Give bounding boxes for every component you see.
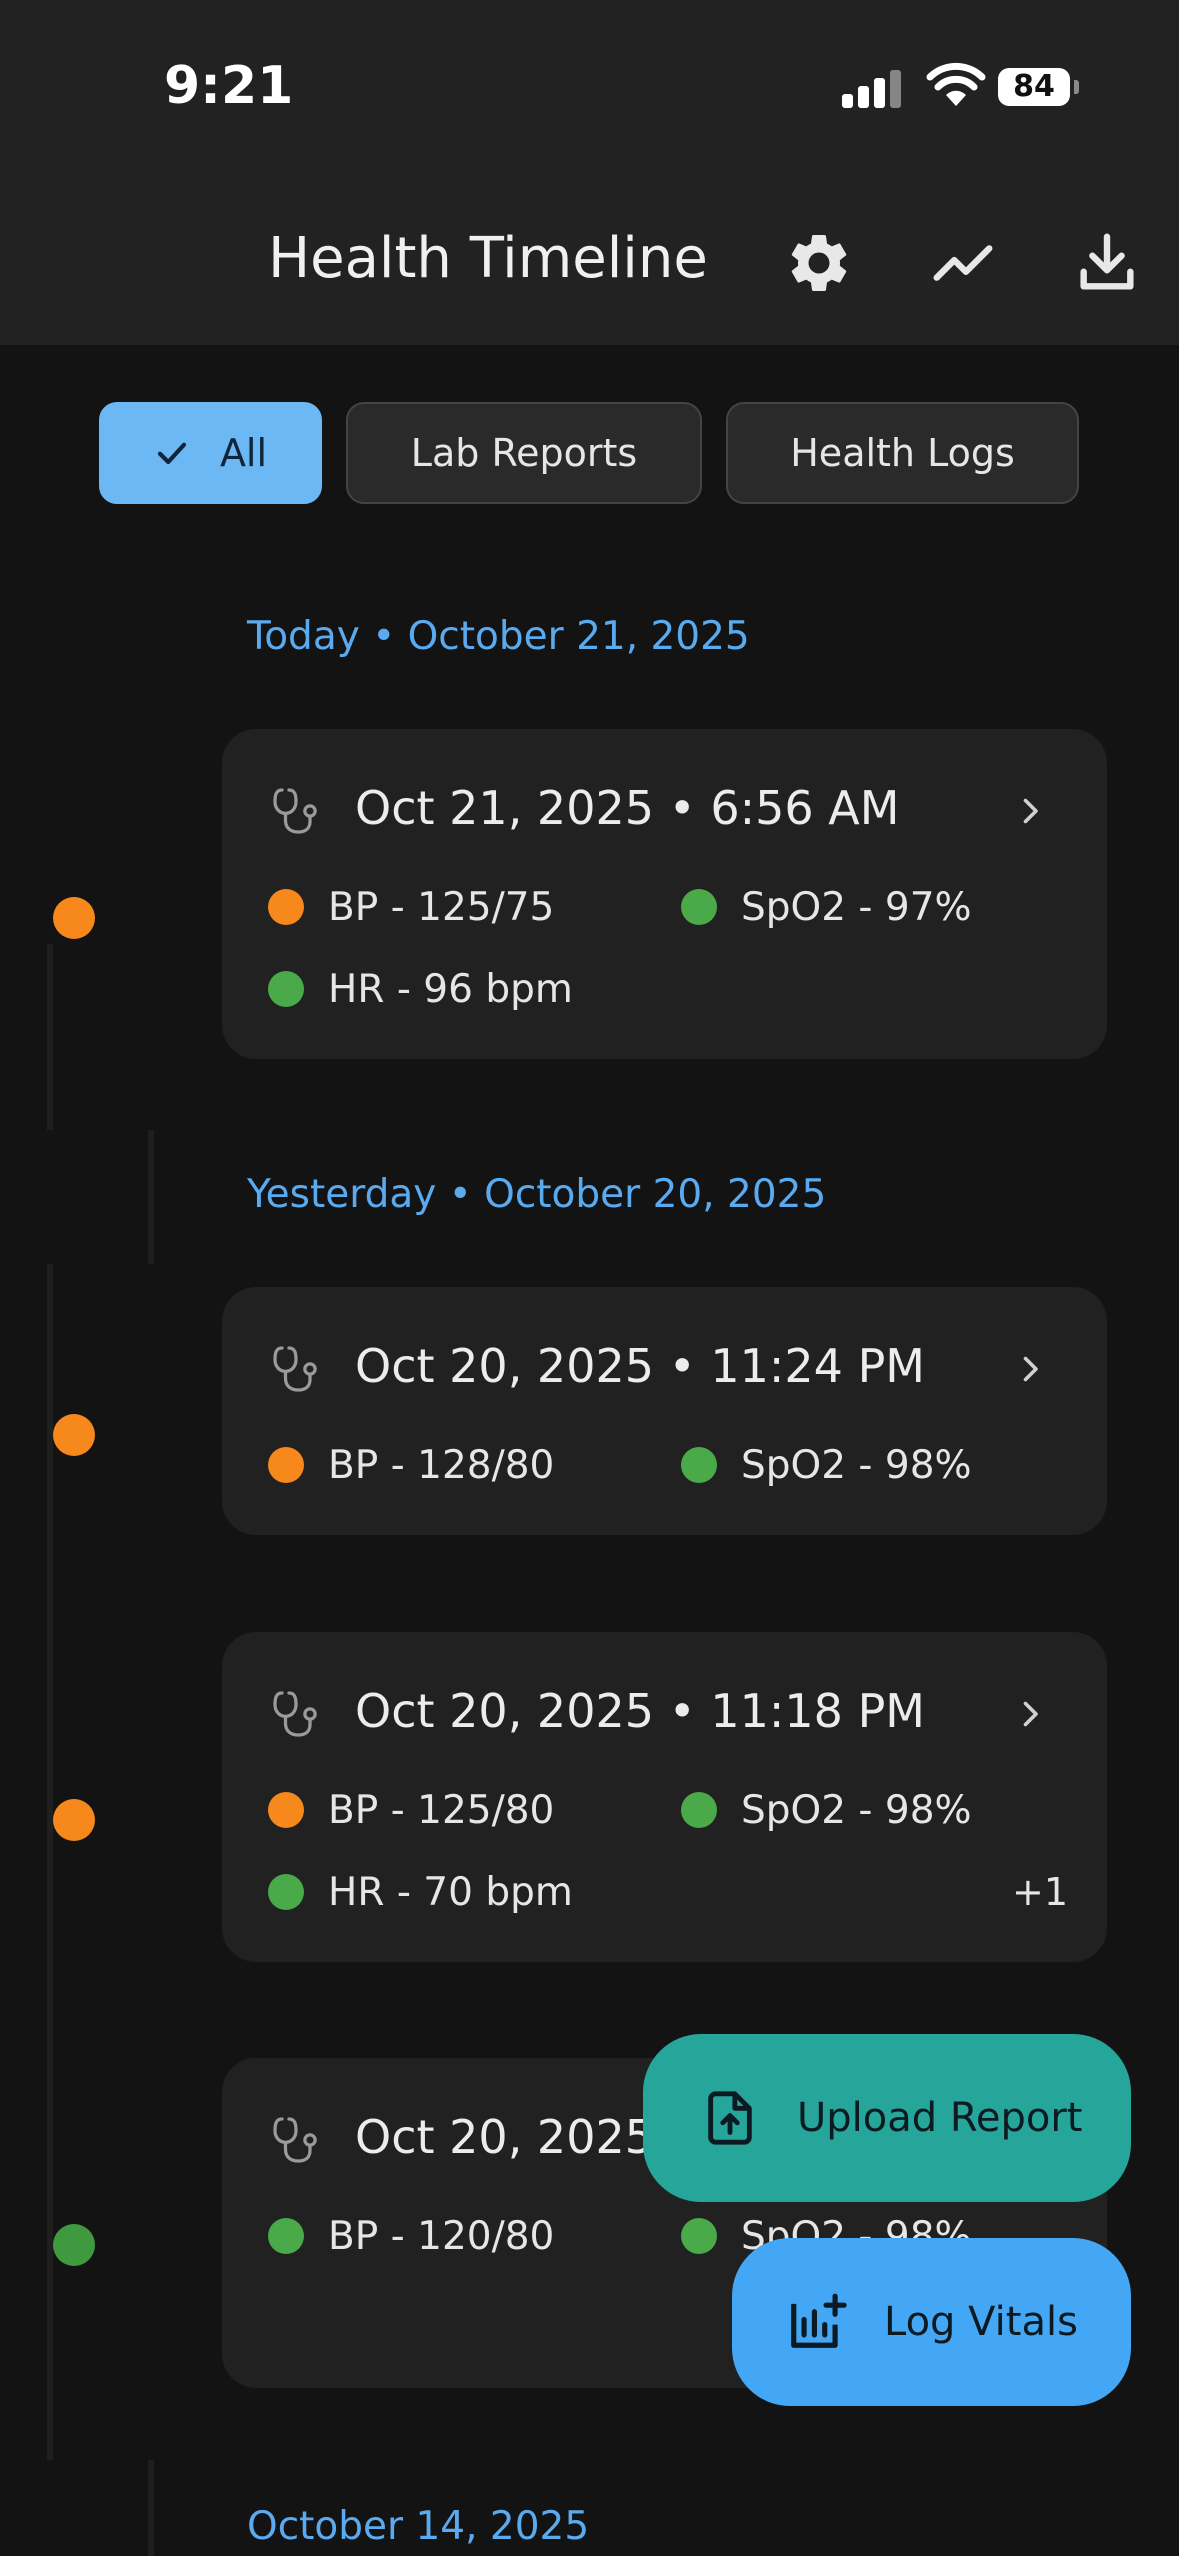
stethoscope-icon: [273, 1691, 317, 1737]
chevron-right-icon[interactable]: [1012, 791, 1048, 831]
stethoscope-icon: [273, 2117, 317, 2163]
trend-chart-icon[interactable]: [928, 228, 998, 298]
filter-chip-label: Health Logs: [790, 431, 1015, 475]
chevron-right-icon[interactable]: [1012, 1694, 1048, 1734]
vital-status-dot: [681, 1792, 717, 1828]
timeline-dot: [53, 1414, 95, 1456]
app-bar: 9:21 84 Health Timeline: [0, 0, 1179, 345]
vital-status-dot: [268, 1447, 304, 1483]
vital-status-dot: [268, 971, 304, 1007]
stethoscope-icon: [273, 1346, 317, 1392]
chevron-right-icon[interactable]: [1012, 1349, 1048, 1389]
stethoscope-icon: [273, 788, 317, 834]
vital-bp: BP - 125/75: [268, 884, 555, 930]
filter-chip-all[interactable]: All: [99, 402, 322, 504]
health-log-card[interactable]: Oct 20, 2025 • 11:24 PM BP - 128/80 SpO2…: [222, 1287, 1107, 1535]
vital-hr: HR - 96 bpm: [268, 966, 573, 1012]
filter-chip-lab-reports[interactable]: Lab Reports: [346, 402, 702, 504]
filter-chip-label: All: [219, 431, 268, 475]
timeline-dot: [53, 2224, 95, 2266]
vital-status-dot: [681, 1447, 717, 1483]
log-vitals-button[interactable]: Log Vitals: [732, 2238, 1131, 2406]
log-vitals-label: Log Vitals: [884, 2299, 1078, 2345]
entry-datetime: Oct 20, 2025: [355, 2110, 654, 2164]
download-icon[interactable]: [1072, 228, 1142, 298]
vital-hr: HR - 70 bpm: [268, 1869, 573, 1915]
entry-datetime: Oct 20, 2025 • 11:18 PM: [355, 1684, 925, 1738]
vital-label: SpO2 - 98%: [741, 1787, 972, 1833]
page-title: Health Timeline: [268, 226, 708, 291]
filter-chip-label: Lab Reports: [410, 431, 638, 475]
date-header-oct-14: October 14, 2025: [247, 2504, 590, 2549]
vital-label: BP - 120/80: [328, 2213, 555, 2259]
vital-status-dot: [681, 2218, 717, 2254]
health-log-card[interactable]: Oct 21, 2025 • 6:56 AM BP - 125/75 SpO2 …: [222, 729, 1107, 1059]
vital-label: HR - 70 bpm: [328, 1869, 573, 1915]
vital-spo2: SpO2 - 97%: [681, 884, 972, 930]
filter-chip-health-logs[interactable]: Health Logs: [726, 402, 1079, 504]
vital-bp: BP - 125/80: [268, 1787, 555, 1833]
date-header-yesterday: Yesterday • October 20, 2025: [247, 1172, 827, 1217]
vital-spo2: SpO2 - 98%: [681, 1787, 972, 1833]
status-time: 9:21: [164, 56, 294, 116]
vital-status-dot: [681, 889, 717, 925]
wifi-icon: [926, 62, 986, 106]
vital-spo2: SpO2 - 98%: [681, 1442, 972, 1488]
timeline-rail: [47, 944, 53, 1130]
gear-icon[interactable]: [784, 228, 854, 298]
entry-datetime: Oct 21, 2025 • 6:56 AM: [355, 781, 900, 835]
battery-indicator: 84: [998, 68, 1070, 106]
vital-status-dot: [268, 2218, 304, 2254]
add-chart-icon: [791, 2293, 847, 2348]
vital-label: HR - 96 bpm: [328, 966, 573, 1012]
upload-report-button[interactable]: Upload Report: [643, 2034, 1131, 2202]
vital-status-dot: [268, 1792, 304, 1828]
vital-label: BP - 125/75: [328, 884, 555, 930]
date-header-today: Today • October 21, 2025: [247, 614, 750, 659]
timeline-rail: [148, 1130, 154, 1264]
health-log-card[interactable]: Oct 20, 2025 • 11:18 PM BP - 125/80 SpO2…: [222, 1632, 1107, 1962]
vital-status-dot: [268, 889, 304, 925]
vital-label: SpO2 - 98%: [741, 1442, 972, 1488]
timeline-dot: [53, 897, 95, 939]
upload-file-icon: [708, 2091, 752, 2145]
entry-datetime: Oct 20, 2025 • 11:24 PM: [355, 1339, 925, 1393]
upload-report-label: Upload Report: [797, 2095, 1083, 2141]
timeline-rail: [148, 2460, 154, 2556]
vital-status-dot: [268, 1874, 304, 1910]
vital-label: BP - 125/80: [328, 1787, 555, 1833]
vital-label: BP - 128/80: [328, 1442, 555, 1488]
timeline-rail: [47, 1264, 53, 2460]
vital-label: SpO2 - 97%: [741, 884, 972, 930]
check-icon: [157, 442, 187, 465]
more-vitals-count: +1: [1012, 1870, 1069, 1914]
timeline-dot: [53, 1799, 95, 1841]
vital-bp: BP - 128/80: [268, 1442, 555, 1488]
battery-tip: [1074, 80, 1079, 94]
cellular-signal-icon: [842, 70, 904, 108]
vital-bp: BP - 120/80: [268, 2213, 555, 2259]
